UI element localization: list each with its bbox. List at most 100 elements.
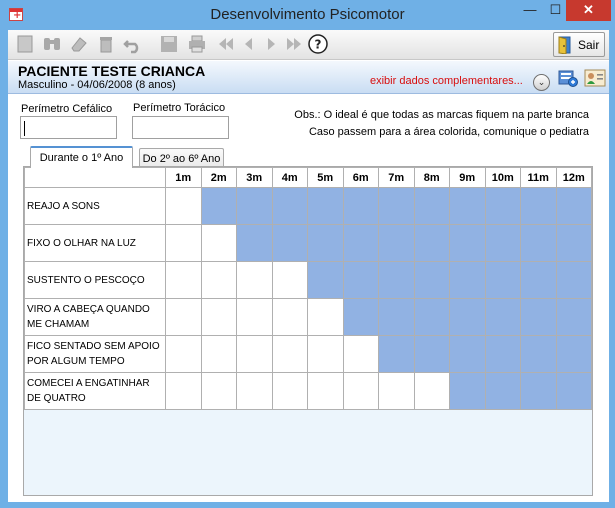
milestone-label: COMECEI A ENGATINHAR DE QUATRO <box>24 372 166 410</box>
patient-record-icon[interactable] <box>557 67 579 89</box>
milestone-cell-attention[interactable] <box>449 224 486 262</box>
trash-icon[interactable] <box>95 33 117 55</box>
save-icon[interactable] <box>158 33 180 55</box>
milestone-cell-attention[interactable] <box>378 187 415 225</box>
milestone-cell-attention[interactable] <box>413 298 450 336</box>
milestone-cell-attention[interactable] <box>520 298 557 336</box>
milestone-cell-attention[interactable] <box>342 298 379 336</box>
milestone-cell-ideal[interactable] <box>342 335 379 373</box>
milestone-cell-attention[interactable] <box>378 335 415 373</box>
milestone-row: FIXO O OLHAR NA LUZ <box>24 224 592 262</box>
milestone-cell-attention[interactable] <box>236 224 273 262</box>
last-record-icon[interactable] <box>283 33 305 55</box>
milestone-cell-attention[interactable] <box>271 187 308 225</box>
print-icon[interactable] <box>186 33 208 55</box>
milestone-cell-ideal[interactable] <box>165 298 202 336</box>
first-record-icon[interactable] <box>215 33 237 55</box>
milestone-cell-attention[interactable] <box>484 187 521 225</box>
milestone-cell-ideal[interactable] <box>200 261 237 299</box>
milestone-cell-ideal[interactable] <box>165 187 202 225</box>
milestone-row: COMECEI A ENGATINHAR DE QUATRO <box>24 372 592 410</box>
month-header-9m: 9m <box>449 167 486 188</box>
perimetro-cefalico-input[interactable] <box>20 116 117 139</box>
milestone-cell-attention[interactable] <box>236 187 273 225</box>
tab-durante-primeiro-ano[interactable]: Durante o 1º Ano <box>30 146 133 168</box>
undo-icon[interactable] <box>122 33 144 55</box>
milestone-cell-attention[interactable] <box>342 224 379 262</box>
milestone-cell-attention[interactable] <box>520 224 557 262</box>
milestone-cell-ideal[interactable] <box>307 335 344 373</box>
milestone-cell-ideal[interactable] <box>271 261 308 299</box>
milestone-cell-ideal[interactable] <box>236 298 273 336</box>
milestone-cell-attention[interactable] <box>342 261 379 299</box>
milestone-cell-attention[interactable] <box>555 298 592 336</box>
milestone-cell-ideal[interactable] <box>165 224 202 262</box>
milestone-cell-attention[interactable] <box>555 261 592 299</box>
milestone-cell-attention[interactable] <box>307 187 344 225</box>
milestone-cell-attention[interactable] <box>484 261 521 299</box>
milestone-cell-attention[interactable] <box>342 187 379 225</box>
milestone-cell-ideal[interactable] <box>165 372 202 410</box>
eraser-icon[interactable] <box>68 33 90 55</box>
milestone-cell-attention[interactable] <box>555 335 592 373</box>
milestone-cell-attention[interactable] <box>555 224 592 262</box>
show-extra-data-link[interactable]: exibir dados complementares... <box>370 75 523 87</box>
patient-card-icon[interactable] <box>584 67 606 89</box>
milestone-cell-attention[interactable] <box>449 372 486 410</box>
month-header-6m: 6m <box>342 167 379 188</box>
milestone-cell-ideal[interactable] <box>236 261 273 299</box>
milestone-cell-ideal[interactable] <box>413 372 450 410</box>
milestone-cell-attention[interactable] <box>413 187 450 225</box>
sair-button[interactable]: Sair <box>553 32 605 57</box>
milestone-cell-ideal[interactable] <box>200 335 237 373</box>
milestone-cell-attention[interactable] <box>520 335 557 373</box>
milestone-cell-ideal[interactable] <box>200 298 237 336</box>
milestone-cell-attention[interactable] <box>484 224 521 262</box>
milestone-cell-ideal[interactable] <box>307 372 344 410</box>
milestone-cell-attention[interactable] <box>449 187 486 225</box>
milestone-cell-ideal[interactable] <box>200 372 237 410</box>
milestone-cell-ideal[interactable] <box>236 335 273 373</box>
milestone-cell-attention[interactable] <box>413 261 450 299</box>
milestone-cell-attention[interactable] <box>484 298 521 336</box>
new-record-icon[interactable] <box>14 33 36 55</box>
milestone-cell-attention[interactable] <box>271 224 308 262</box>
minimize-button[interactable]: — <box>517 0 543 21</box>
milestone-cell-ideal[interactable] <box>271 335 308 373</box>
milestone-cell-attention[interactable] <box>449 261 486 299</box>
milestone-cell-attention[interactable] <box>520 187 557 225</box>
milestone-cell-ideal[interactable] <box>342 372 379 410</box>
binoculars-icon[interactable] <box>41 33 63 55</box>
milestone-cell-attention[interactable] <box>307 224 344 262</box>
milestone-cell-attention[interactable] <box>378 224 415 262</box>
milestone-cell-attention[interactable] <box>449 335 486 373</box>
milestone-cell-attention[interactable] <box>378 261 415 299</box>
milestone-cell-attention[interactable] <box>200 187 237 225</box>
expand-chevron-icon[interactable]: ⌄ <box>533 74 550 91</box>
milestone-cell-attention[interactable] <box>413 224 450 262</box>
perimetro-toracico-input[interactable] <box>132 116 229 139</box>
milestone-cell-ideal[interactable] <box>200 224 237 262</box>
milestone-cell-attention[interactable] <box>484 372 521 410</box>
milestone-cell-ideal[interactable] <box>307 298 344 336</box>
milestone-cell-attention[interactable] <box>307 261 344 299</box>
milestone-cell-ideal[interactable] <box>271 298 308 336</box>
milestone-cell-attention[interactable] <box>484 335 521 373</box>
next-record-icon[interactable] <box>260 33 282 55</box>
milestone-cell-attention[interactable] <box>378 298 415 336</box>
help-icon[interactable]: ? <box>307 33 329 55</box>
milestone-cell-ideal[interactable] <box>165 261 202 299</box>
milestone-cell-ideal[interactable] <box>236 372 273 410</box>
milestone-cell-attention[interactable] <box>555 372 592 410</box>
previous-record-icon[interactable] <box>238 33 260 55</box>
close-button[interactable]: ✕ <box>566 0 611 21</box>
milestone-cell-attention[interactable] <box>520 372 557 410</box>
milestone-cell-attention[interactable] <box>555 187 592 225</box>
milestone-cell-attention[interactable] <box>520 261 557 299</box>
milestone-cell-ideal[interactable] <box>165 335 202 373</box>
milestone-cell-ideal[interactable] <box>378 372 415 410</box>
maximize-button[interactable]: ☐ <box>543 0 568 21</box>
milestone-cell-ideal[interactable] <box>271 372 308 410</box>
milestone-cell-attention[interactable] <box>449 298 486 336</box>
milestone-cell-attention[interactable] <box>413 335 450 373</box>
